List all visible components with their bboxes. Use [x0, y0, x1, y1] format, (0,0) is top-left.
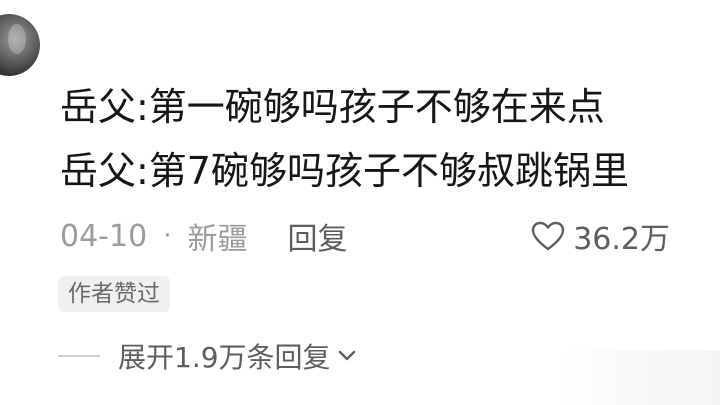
- expand-divider: [58, 355, 100, 357]
- like-button[interactable]: 36.2万: [531, 214, 670, 258]
- corner-fade: [560, 350, 720, 405]
- like-count: 36.2万: [573, 222, 670, 257]
- author-liked-badge: 作者赞过: [58, 276, 170, 312]
- comment-location: 新疆: [187, 222, 248, 257]
- avatar[interactable]: [0, 14, 40, 76]
- chevron-down-icon: [338, 350, 355, 361]
- expand-replies-button[interactable]: 展开1.9万条回复: [58, 336, 357, 376]
- reply-button[interactable]: 回复: [287, 214, 347, 258]
- heart-outline-icon: [532, 221, 565, 251]
- expand-replies-label: 展开1.9万条回复: [118, 341, 331, 374]
- comment-text-line-2: 岳父:第7碗够吗孩子不够叔跳锅里: [60, 149, 629, 193]
- comment-meta: 04-10 · 新疆 回复: [60, 214, 347, 258]
- comment-date: 04-10: [60, 218, 148, 254]
- meta-separator: ·: [163, 221, 172, 251]
- comment-text-line-1: 岳父:第一碗够吗孩子不够在来点: [60, 85, 605, 129]
- avatar-highlight: [8, 24, 26, 54]
